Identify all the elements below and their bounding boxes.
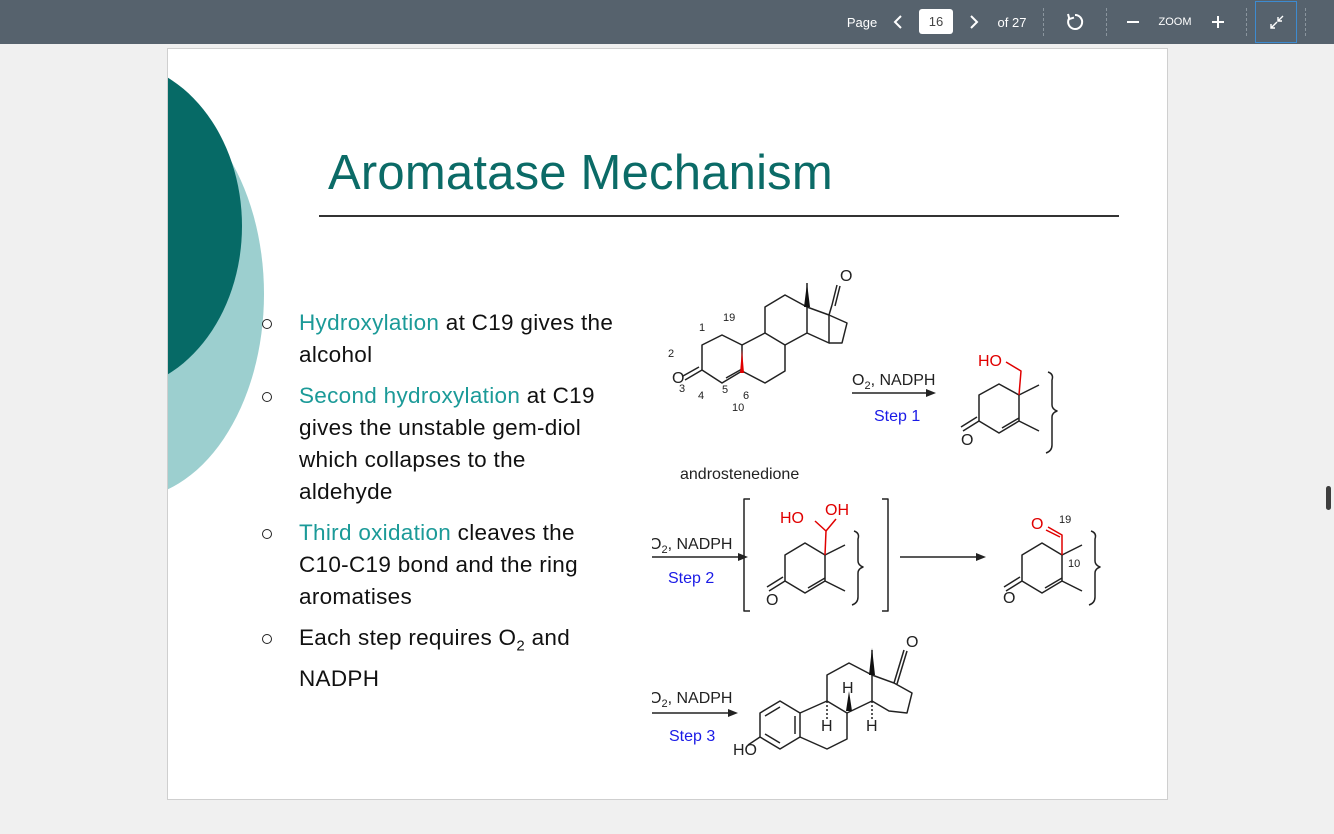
bullet-circle-icon [262, 392, 272, 402]
arrowhead [926, 389, 936, 397]
page-total: of 27 [997, 14, 1027, 30]
previous-page-button[interactable] [884, 0, 912, 44]
compound-name: androstenedione [680, 466, 799, 483]
bullet-item: Each step requires O2 and NADPH [260, 622, 620, 695]
bullet-item: Third oxidation cleaves the C10-C19 bond… [260, 517, 620, 613]
zoom-label: ZOOM [1158, 16, 1192, 28]
atom-o: O [906, 634, 918, 651]
atom-o: O [766, 592, 778, 609]
reagent-text: O2, NADPH [652, 536, 732, 556]
atom-o: O [1003, 590, 1015, 607]
atom-number: 6 [743, 390, 749, 402]
zoom-out-button[interactable] [1123, 0, 1143, 44]
next-page-button[interactable] [961, 0, 987, 44]
atom-number: 19 [723, 312, 735, 324]
step-label: Step 1 [874, 408, 920, 425]
scrollbar-thumb[interactable] [1326, 486, 1331, 510]
bullet-item: Second hydroxylation at C19 gives the un… [260, 380, 620, 508]
page-number-input[interactable] [919, 9, 953, 34]
reaction-scheme: O O O O O O HO H H H HO HO OH O 1 2 3 4 … [652, 268, 1101, 759]
minus-icon [1127, 21, 1139, 23]
alcohol-intermediate [960, 361, 1058, 454]
arrowhead [728, 709, 738, 717]
aldehyde-intermediate [1003, 526, 1101, 606]
bullet-highlight: Hydroxylation [299, 310, 440, 335]
atom-ho: HO [733, 742, 757, 759]
atom-number: 4 [698, 390, 704, 402]
refresh-icon [1067, 13, 1084, 30]
step-label: Step 2 [668, 570, 714, 587]
bullet-circle-icon [262, 529, 272, 539]
bullet-highlight: Third oxidation [299, 520, 452, 545]
collapse-icon [1270, 15, 1284, 29]
chevron-right-icon [970, 15, 979, 29]
slide-title: Aromatase Mechanism [328, 146, 833, 200]
bullet-item: Hydroxylation at C19 gives the alcohol [260, 307, 620, 371]
reagent-text: O2, NADPH [852, 372, 935, 392]
bullet-circle-icon [262, 319, 272, 329]
zoom-in-button[interactable] [1208, 0, 1228, 44]
atom-ho: HO [780, 510, 804, 527]
atom-number: 5 [722, 384, 728, 396]
reagent-text: O2, NADPH [652, 690, 732, 710]
bullet-highlight: Second hydroxylation [299, 383, 521, 408]
atom-h: H [842, 680, 854, 697]
slide: Aromatase Mechanism Hydroxylation at C19… [167, 48, 1168, 800]
atom-number: 1 [699, 322, 705, 334]
exit-fullscreen-button[interactable] [1255, 1, 1297, 43]
atom-o: O [840, 268, 852, 285]
bullet-subscript: 2 [516, 637, 526, 655]
chevron-left-icon [893, 15, 902, 29]
androstenedione-structure [682, 283, 848, 384]
page-label: Page [846, 14, 878, 30]
atom-h: H [866, 718, 878, 735]
reset-button[interactable] [1060, 0, 1090, 44]
bullet-text: Each step requires O [299, 625, 517, 650]
atom-h: H [821, 718, 833, 735]
gem-diol-intermediate [766, 518, 864, 606]
atom-ho: HO [978, 353, 1002, 370]
step-label: Step 3 [669, 728, 715, 745]
plus-icon [1212, 16, 1224, 28]
atom-number: 2 [668, 348, 674, 360]
atom-number: 10 [732, 402, 744, 414]
bullet-list: Hydroxylation at C19 gives the alcohol S… [260, 307, 620, 704]
atom-number: 10 [1068, 558, 1080, 570]
arrowhead [976, 553, 986, 561]
c19-wedge [740, 349, 744, 373]
viewer-toolbar: Page of 27 ZOOM [0, 0, 1334, 44]
atom-oh: OH [825, 502, 849, 519]
atom-number: 19 [1059, 514, 1071, 526]
arrowhead [738, 553, 748, 561]
title-underline [319, 215, 1119, 217]
atom-o: O [961, 432, 973, 449]
atom-o: O [1031, 516, 1043, 533]
bullet-circle-icon [262, 634, 272, 644]
atom-number: 3 [679, 383, 685, 395]
